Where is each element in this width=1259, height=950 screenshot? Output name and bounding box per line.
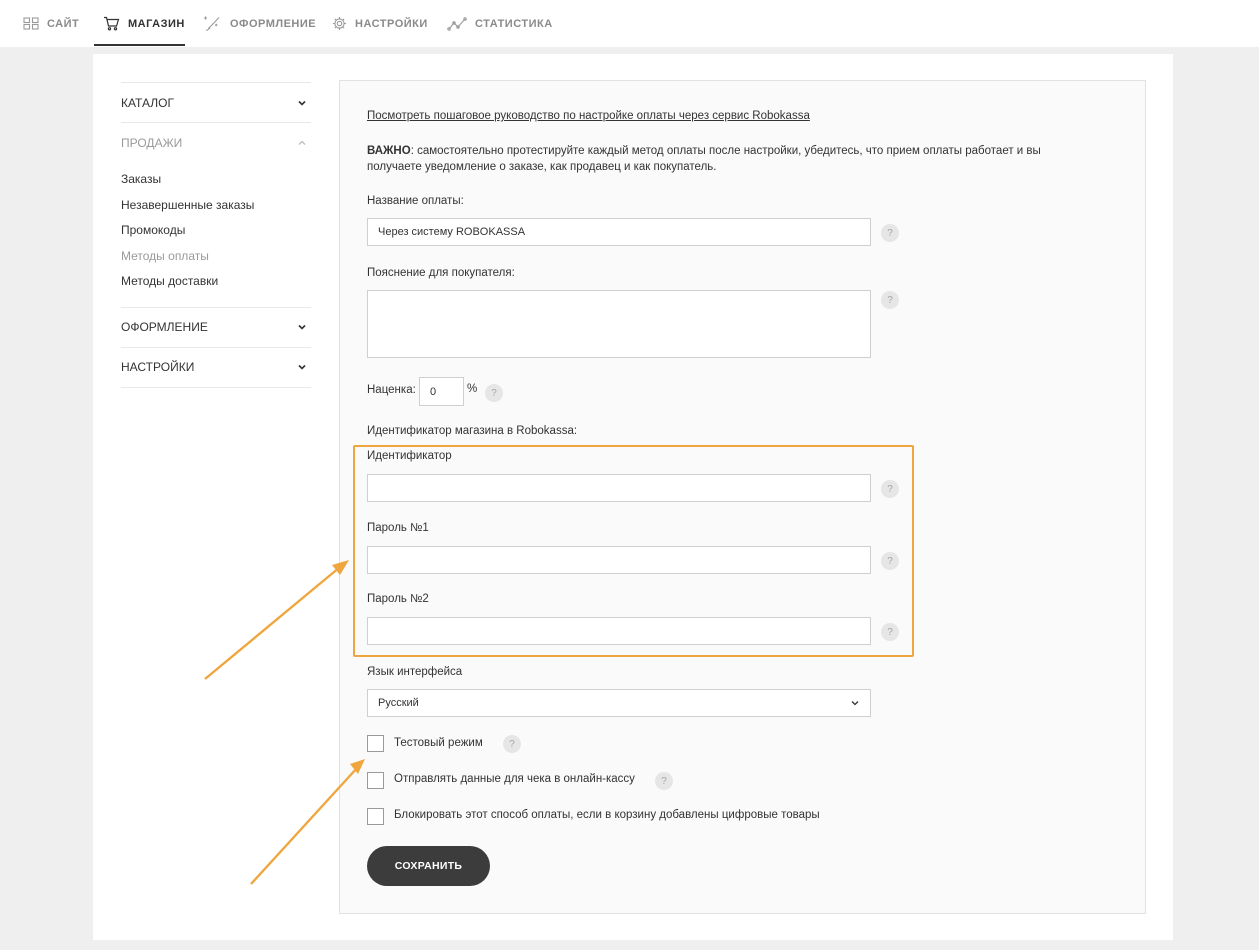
- arrow-to-credentials: [204, 566, 341, 680]
- annotation-arrows: [204, 560, 365, 885]
- arrow-to-test-mode: [250, 767, 358, 885]
